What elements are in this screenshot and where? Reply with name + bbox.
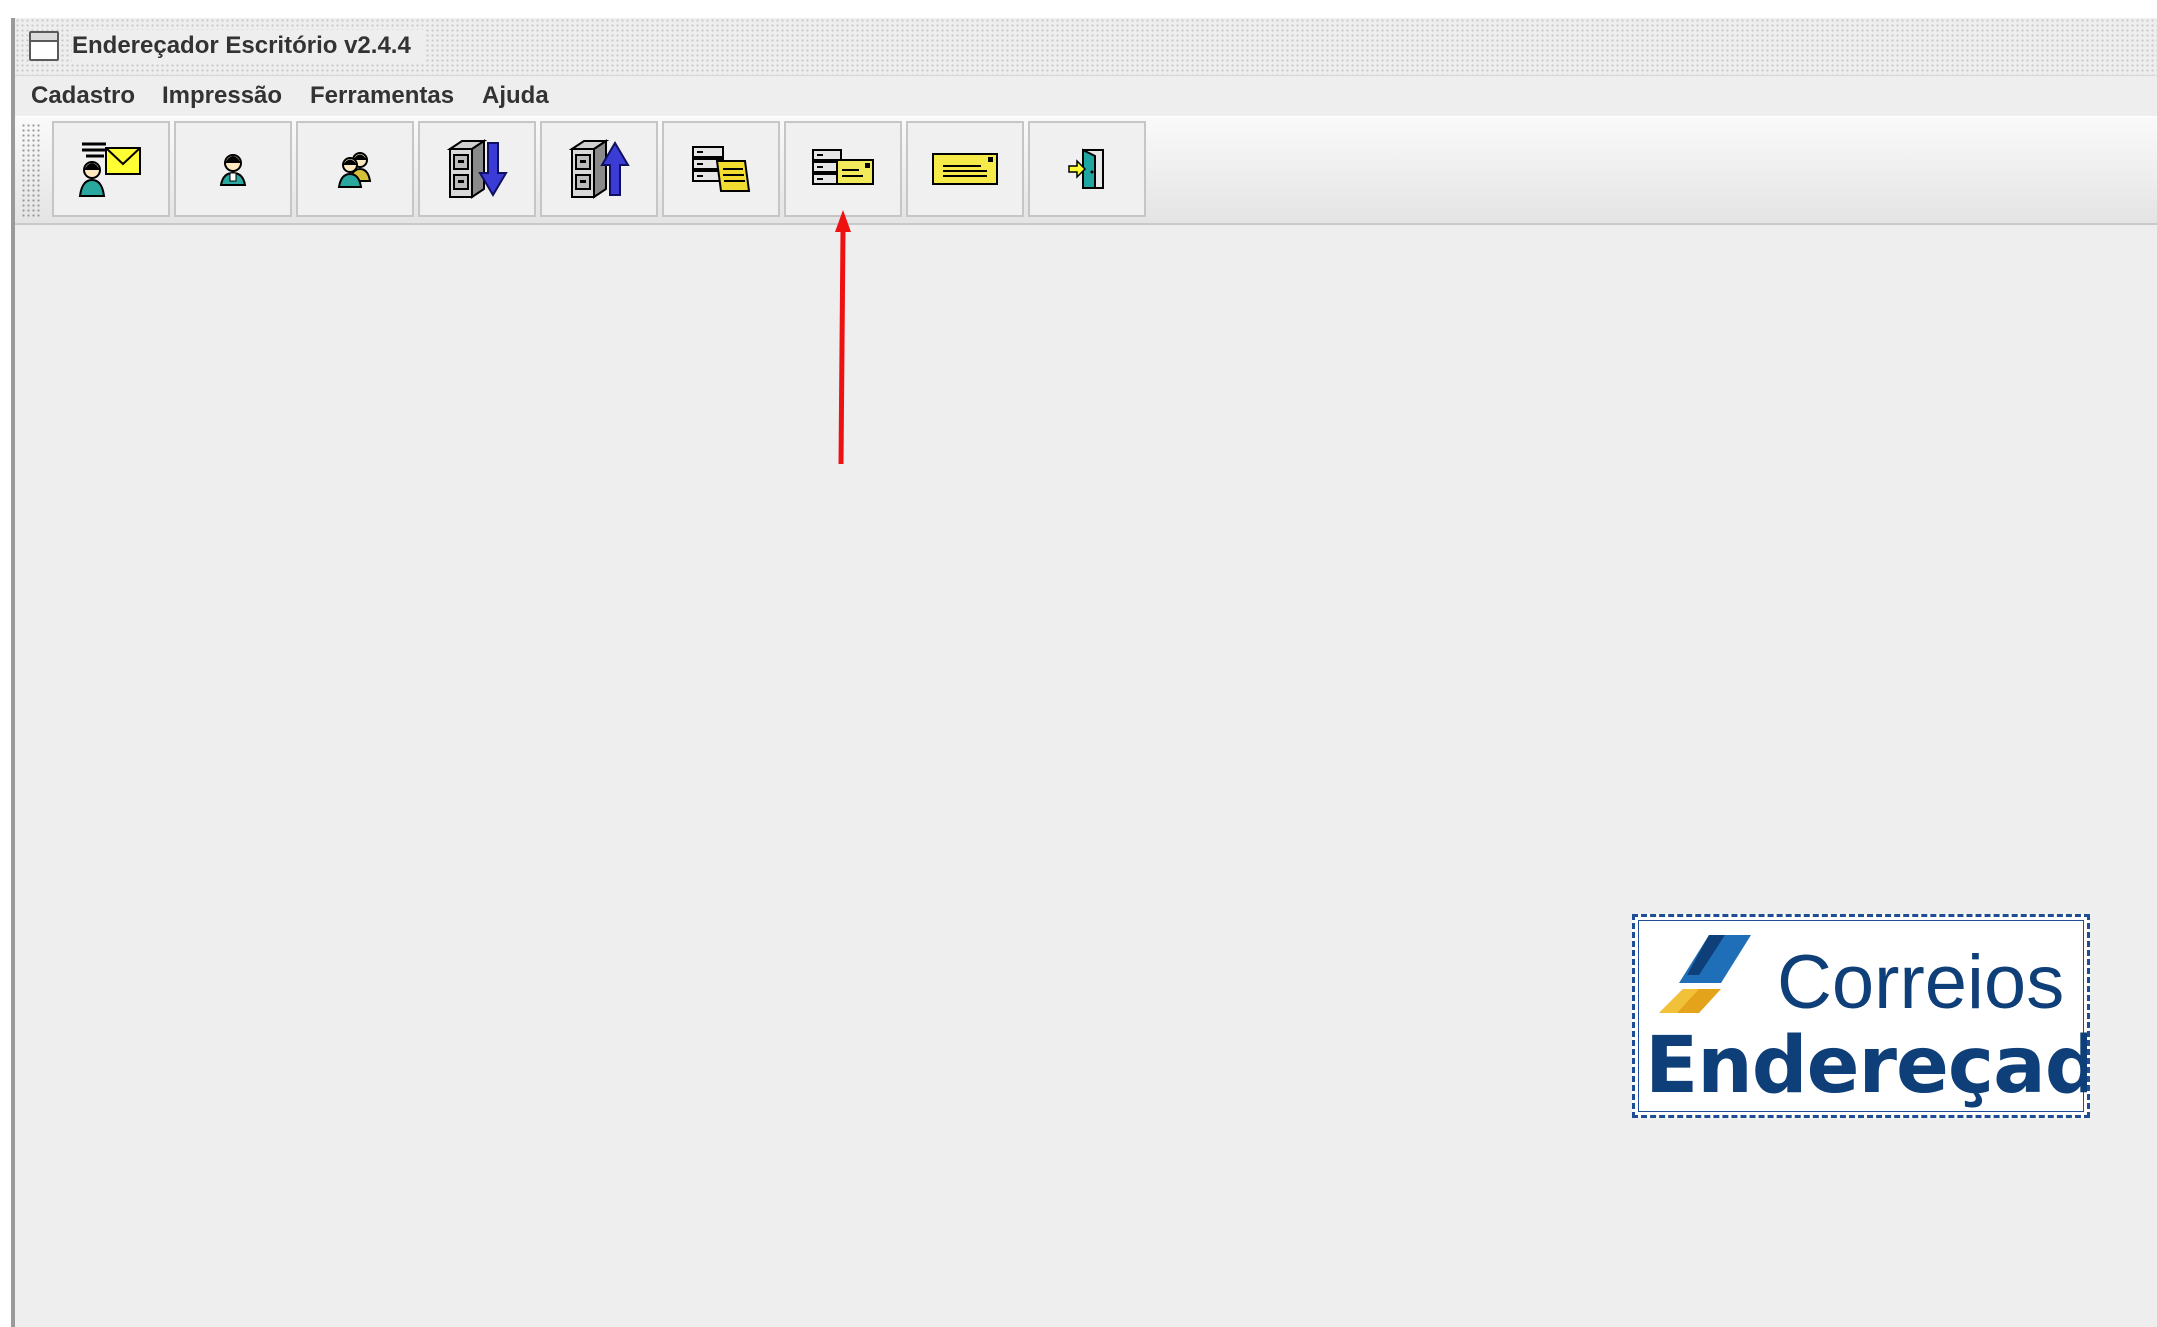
database-envelope-button[interactable] [784,121,902,217]
correios-enderecador-logo: Correios Endereçador [1632,914,2090,1118]
cabinet-import-icon [446,139,508,199]
database-stack-button[interactable] [662,121,780,217]
toolbar-grip[interactable] [21,123,41,217]
database-envelope-icon [812,149,874,185]
recipient-envelope-button[interactable] [52,121,170,217]
envelope-label-button[interactable] [906,121,1024,217]
cabinet-export-button[interactable] [540,121,658,217]
window-icon [29,31,59,61]
person-button[interactable] [174,121,292,217]
menu-cadastro[interactable]: Cadastro [31,76,135,116]
logo-brand-text: Correios [1777,940,2065,1025]
main-desktop-area: Correios Endereçador [15,210,2157,1327]
menu-bar: Cadastro Impressão Ferramentas Ajuda [15,76,2157,116]
toolbar [15,117,2157,225]
correios-logo-mark-icon [1659,935,1751,1013]
people-button[interactable] [296,121,414,217]
menu-ajuda[interactable]: Ajuda [482,76,549,116]
person-icon [219,154,247,186]
recipient-envelope-icon [78,142,141,197]
envelope-label-icon [932,153,998,185]
menu-ferramentas[interactable]: Ferramentas [310,76,454,116]
cabinet-import-button[interactable] [418,121,536,217]
window-title: Endereçador Escritório v2.4.4 [72,30,425,62]
people-icon [337,152,372,188]
exit-button[interactable] [1028,121,1146,217]
red-annotation-arrow [835,210,851,465]
exit-door-icon [1068,148,1104,189]
menu-impressao[interactable]: Impressão [162,76,282,116]
cabinet-export-icon [568,139,630,199]
logo-product-text: Endereçador [1645,1021,2087,1111]
database-stack-icon [692,146,751,192]
title-bar[interactable]: Endereçador Escritório v2.4.4 [15,18,2157,76]
